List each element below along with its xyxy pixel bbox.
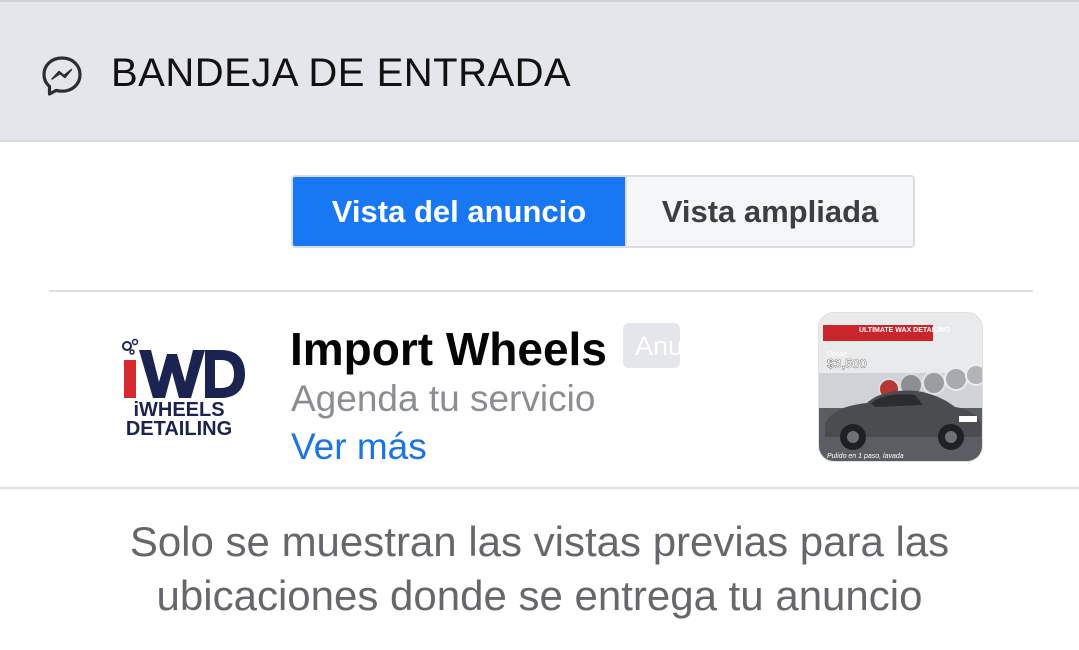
sponsored-badge: Anuncio xyxy=(623,323,680,368)
view-toggle: Vista del anuncio Vista ampliada xyxy=(291,175,915,248)
advertiser-logo: iWHEELS DETAILING xyxy=(105,338,253,440)
preview-note: Solo se muestran las vistas previas para… xyxy=(0,515,1079,623)
ad-preview-row[interactable]: iWHEELS DETAILING Import Wheels Anuncio … xyxy=(0,292,1079,488)
inbox-header: BANDEJA DE ENTRADA xyxy=(0,0,1079,142)
advertiser-name: Import Wheels xyxy=(290,323,607,375)
messenger-icon xyxy=(42,56,82,96)
thumb-caption: Pulido en 1 paso, lavada xyxy=(827,453,904,460)
tab-ad-view[interactable]: Vista del anuncio xyxy=(293,177,625,246)
divider xyxy=(0,487,1079,489)
thumb-price: $3,500 xyxy=(827,356,867,371)
logo-text-line2: DETAILING xyxy=(125,418,233,440)
logo-text-line1: iWHEELS xyxy=(133,399,225,421)
ad-thumbnail[interactable]: ULTIMATE WAX DETAILING Desde $3,500 Puli… xyxy=(818,312,983,462)
iwd-logo-mark xyxy=(122,338,245,398)
thumb-banner-text: ULTIMATE WAX DETAILING xyxy=(859,327,951,334)
see-more-link[interactable]: Ver más xyxy=(291,426,427,468)
ad-description: Agenda tu servicio xyxy=(291,378,596,419)
inbox-title: BANDEJA DE ENTRADA xyxy=(111,51,572,95)
preview-note-line1: Solo se muestran las vistas previas para… xyxy=(129,518,950,565)
preview-note-line2: ubicaciones donde se entrega tu anuncio xyxy=(156,572,923,619)
tab-expanded-view[interactable]: Vista ampliada xyxy=(625,177,913,246)
